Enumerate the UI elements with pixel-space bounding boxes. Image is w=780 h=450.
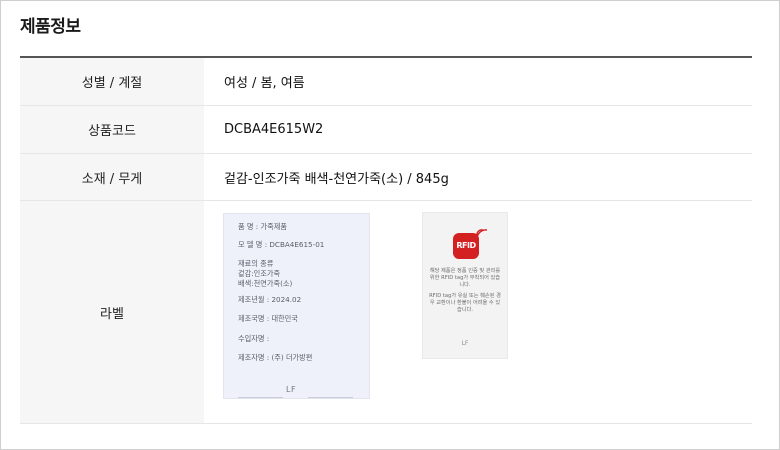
row-value: DCBA4E615W2: [224, 122, 324, 137]
tag-material-outer: 겉감:인조가죽: [238, 269, 281, 278]
rfid-warning-text: RFID tag가 유실 또는 훼손된 경우 교환이나 환불이 어려울 수 있습…: [429, 293, 501, 314]
row-value: 겉감-인조가죽 배색-천연가죽(소) / 845g: [224, 171, 449, 187]
tag-material-accent: 배색:천연가죽(소): [238, 279, 293, 288]
tag-manufacturer: 제조자명 : (주) 더가방편: [238, 353, 313, 362]
lf-logo: LF: [286, 384, 297, 394]
product-info-table: 성별 / 계절 여성 / 봄, 여름 상품코드 DCBA4E615W2 소재 /…: [20, 56, 752, 424]
product-label-tag-image: 품 명 : 가죽제품 모 델 명 : DCBA4E615-01 재료의 종류 겉…: [223, 213, 370, 399]
row-header: 라벨: [20, 201, 204, 423]
table-row-product-code: 상품코드 DCBA4E615W2: [20, 106, 752, 154]
table-row-material-weight: 소재 / 무게 겉감-인조가죽 배색-천연가죽(소) / 845g: [20, 154, 752, 201]
row-header: 성별 / 계절: [20, 58, 204, 105]
table-row-label: 라벨: [20, 201, 752, 424]
rfid-notice-card-image: RFID 해당 제품은 정품 인증 및 관리를 위한 RFID tag가 부착되…: [422, 212, 508, 359]
lf-logo: LF: [461, 339, 469, 347]
tag-divider: [308, 397, 353, 398]
table-row-gender-season: 성별 / 계절 여성 / 봄, 여름: [20, 58, 752, 106]
section-title: 제품정보: [20, 17, 81, 37]
tag-material-title: 재료의 종류: [238, 259, 274, 268]
tag-divider: [238, 397, 283, 398]
rfid-notice-text: 해당 제품은 정품 인증 및 관리를 위한 RFID tag가 부착되어 있습니…: [429, 268, 501, 289]
tag-importer: 수입자명 :: [238, 334, 270, 343]
row-value: 여성 / 봄, 여름: [224, 76, 305, 91]
tag-model-name: 모 델 명 : DCBA4E615-01: [238, 240, 325, 249]
product-info-panel: 제품정보 성별 / 계절 여성 / 봄, 여름 상품코드 DCBA4E615W2…: [0, 0, 780, 450]
row-header: 소재 / 무게: [20, 154, 204, 200]
rfid-badge-icon: RFID: [453, 233, 479, 259]
tag-manufactured-date: 제조년월 : 2024.02: [238, 295, 302, 304]
tag-country: 제조국명 : 대한민국: [238, 314, 298, 323]
tag-item-name: 품 명 : 가죽제품: [238, 222, 287, 231]
row-header: 상품코드: [20, 106, 204, 153]
